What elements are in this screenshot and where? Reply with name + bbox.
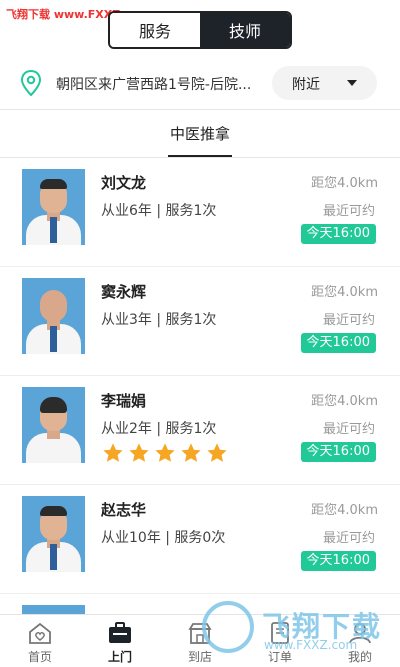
- technician-card[interactable]: 窦永辉 从业3年 | 服务1次 距您4.0km 最近可约 今天16:00: [0, 267, 400, 376]
- tab-tcm-massage[interactable]: 中医推拿: [165, 123, 235, 144]
- technician-photo: [22, 278, 85, 354]
- caret-down-icon: [347, 80, 357, 86]
- technician-list: 刘文龙 从业6年 | 服务1次 距您4.0km 最近可约 今天16:00 窦永辉…: [0, 158, 400, 654]
- star-icon: [207, 443, 227, 462]
- technician-name: 窦永辉: [101, 283, 147, 301]
- technician-photo: [22, 169, 85, 245]
- tab-visit-label: 上门: [107, 650, 132, 664]
- star-icon: [181, 443, 201, 462]
- recent-available-label: 最近可约: [322, 531, 375, 546]
- tab-home[interactable]: 首页: [0, 615, 80, 667]
- technician-experience: 从业10年 | 服务0次: [101, 530, 226, 546]
- technician-distance: 距您4.0km: [311, 503, 378, 518]
- technician-name: 刘文龙: [101, 174, 147, 192]
- technician-card[interactable]: 李瑞娟 从业2年 | 服务1次 距您4.0km 最近可约 今天16:00: [0, 376, 400, 485]
- available-time-badge[interactable]: 今天16:00: [300, 551, 376, 571]
- watermark-logo: 飞翔下载 www.FXXZ.com: [200, 590, 396, 664]
- technician-experience: 从业3年 | 服务1次: [101, 312, 217, 328]
- recent-available-label: 最近可约: [322, 422, 375, 437]
- star-icon: [129, 443, 149, 462]
- nearby-label: 附近: [292, 77, 320, 93]
- location-bar: 朝阳区来广营西路1号院-后院... 附近: [0, 60, 400, 106]
- technician-name: 赵志华: [101, 501, 147, 519]
- medical-bag-icon: [109, 622, 131, 643]
- technician-photo: [22, 387, 85, 463]
- watermark-url: www.FXXZ.com: [264, 638, 358, 652]
- service-technician-toggle[interactable]: 服务 技师: [108, 11, 292, 49]
- location-pin-icon: [20, 70, 42, 96]
- watermark-logo-icon: [202, 601, 254, 653]
- segment-service[interactable]: 服务: [110, 13, 200, 47]
- tab-visit[interactable]: 上门: [80, 615, 160, 667]
- home-icon: [29, 622, 51, 644]
- technician-photo: [22, 496, 85, 572]
- technician-card[interactable]: 赵志华 从业10年 | 服务0次 距您4.0km 最近可约 今天16:00: [0, 485, 400, 594]
- rating-stars: [102, 442, 228, 464]
- star-icon: [103, 443, 123, 462]
- technician-experience: 从业6年 | 服务1次: [101, 203, 217, 219]
- technician-distance: 距您4.0km: [311, 285, 378, 300]
- technician-experience: 从业2年 | 服务1次: [101, 421, 217, 437]
- technician-card[interactable]: 刘文龙 从业6年 | 服务1次 距您4.0km 最近可约 今天16:00: [0, 158, 400, 267]
- available-time-badge[interactable]: 今天16:00: [300, 442, 376, 462]
- technician-distance: 距您4.0km: [311, 394, 378, 409]
- current-address[interactable]: 朝阳区来广营西路1号院-后院...: [56, 74, 251, 94]
- technician-distance: 距您4.0km: [311, 176, 378, 191]
- recent-available-label: 最近可约: [322, 204, 375, 219]
- tab-home-label: 首页: [27, 650, 52, 664]
- divider: [0, 109, 400, 110]
- technician-name: 李瑞娟: [101, 392, 147, 410]
- nearby-dropdown[interactable]: 附近: [272, 66, 377, 100]
- available-time-badge[interactable]: 今天16:00: [300, 224, 376, 244]
- recent-available-label: 最近可约: [322, 313, 375, 328]
- star-icon: [155, 443, 175, 462]
- available-time-badge[interactable]: 今天16:00: [300, 333, 376, 353]
- segment-technician[interactable]: 技师: [200, 13, 290, 47]
